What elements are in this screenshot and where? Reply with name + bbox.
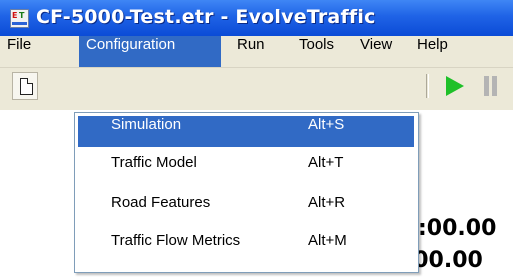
configuration-dropdown-menu: Simulation Alt+S Traffic Model Alt+T Roa…: [74, 112, 419, 273]
menu-item-road-features[interactable]: Road Features Alt+R: [78, 194, 414, 225]
play-icon[interactable]: [446, 76, 464, 96]
menu-item-label: Traffic Model: [111, 154, 197, 171]
menu-view[interactable]: View: [353, 36, 405, 67]
menu-item-traffic-model[interactable]: Traffic Model Alt+T: [78, 154, 414, 185]
menu-file[interactable]: File: [0, 36, 38, 67]
sim-time-readout: :00.00: [418, 216, 497, 241]
menu-item-simulation[interactable]: Simulation Alt+S: [78, 116, 414, 147]
menu-item-traffic-flow-metrics[interactable]: Traffic Flow Metrics Alt+M: [78, 232, 414, 263]
app-icon-letter-t: T: [19, 11, 25, 20]
pause-bar-left: [484, 76, 489, 96]
menu-run[interactable]: Run: [230, 36, 272, 67]
toolbar-separator: [426, 74, 429, 98]
title-bar[interactable]: ET E T CF-5000-Test.etr - EvolveTraffic: [0, 0, 513, 36]
menu-configuration[interactable]: Configuration: [79, 36, 221, 67]
app-icon-bar: [12, 22, 27, 25]
pause-bar-right: [492, 76, 497, 96]
menu-help[interactable]: Help: [410, 36, 462, 67]
new-document-icon: [20, 78, 33, 95]
application-window: ET E T CF-5000-Test.etr - EvolveTraffic …: [0, 0, 513, 277]
menu-item-shortcut: Alt+S: [308, 116, 345, 133]
menu-item-shortcut: Alt+T: [308, 154, 344, 171]
toolbar: [0, 68, 513, 110]
new-document-button[interactable]: [12, 72, 38, 100]
menu-item-shortcut: Alt+R: [308, 194, 346, 211]
menu-item-label: Road Features: [111, 194, 211, 211]
menu-item-label: Simulation: [111, 116, 182, 133]
window-title: CF-5000-Test.etr - EvolveTraffic: [36, 6, 376, 28]
evolvetraffic-app-icon[interactable]: ET E T: [10, 9, 29, 28]
menu-tools[interactable]: Tools: [292, 36, 344, 67]
pause-icon[interactable]: [484, 76, 502, 96]
app-icon-letter-e-glyph: E: [12, 11, 18, 20]
menu-item-label: Traffic Flow Metrics: [111, 232, 241, 249]
menu-item-shortcut: Alt+M: [308, 232, 347, 249]
menu-bar: File Configuration Run Tools View Help: [0, 36, 513, 68]
